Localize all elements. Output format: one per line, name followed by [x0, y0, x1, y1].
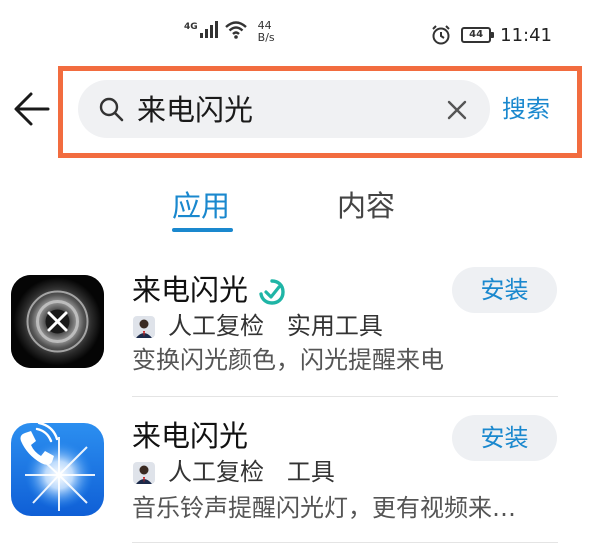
battery-icon: 44 [461, 27, 495, 43]
search-query[interactable]: 来电闪光 [137, 90, 253, 130]
category-label: 工具 [286, 458, 335, 486]
divider [132, 396, 558, 397]
network-type: 4G [184, 22, 198, 32]
app-description: 变换闪光颜色，闪光提醒来电 [132, 346, 444, 374]
list-item[interactable]: 来电闪光 人工复检 工具 音乐铃声提醒闪光灯，更有视频来… 安装 [0, 413, 590, 543]
list-item[interactable]: 来电闪光 人工复检 实用工具 变换闪光颜色，闪光提醒来电 安装 [0, 262, 590, 392]
signal-icon [199, 20, 218, 38]
status-right: 44 11:41 [430, 24, 552, 46]
app-icon [11, 275, 104, 368]
app-meta: 人工复检 工具 [168, 457, 335, 487]
install-button[interactable]: 安装 [452, 267, 557, 313]
review-label: 人工复检 [168, 458, 264, 486]
net-speed-unit: B/s [257, 31, 275, 44]
app-icon [11, 423, 104, 516]
alarm-icon [432, 25, 450, 45]
net-speed: 44 B/s [258, 20, 275, 44]
app-description: 音乐铃声提醒闪光灯，更有视频来… [132, 494, 516, 522]
verified-icon [259, 279, 285, 305]
category-label: 实用工具 [286, 312, 383, 340]
phone-flash-icon [11, 423, 104, 516]
close-icon [447, 100, 467, 120]
battery-level: 44 [469, 29, 484, 40]
status-bar: 4G 44 B/s 44 11:41 [0, 0, 590, 62]
search-icon [99, 97, 124, 122]
flash-ring-icon [11, 275, 104, 368]
avatar [133, 462, 155, 484]
app-name: 来电闪光 [132, 273, 249, 307]
tab-apps[interactable]: 应用 [172, 186, 230, 226]
status-left: 4G 44 B/s [184, 20, 275, 44]
wifi-icon [224, 21, 247, 39]
tab-content[interactable]: 内容 [337, 186, 395, 226]
app-meta: 人工复检 实用工具 [168, 311, 383, 341]
divider [132, 542, 558, 543]
avatar [133, 316, 155, 338]
clock: 11:41 [500, 24, 552, 46]
active-tab-indicator [172, 228, 233, 232]
clear-button[interactable] [442, 95, 472, 125]
back-arrow-icon [14, 92, 50, 126]
back-button[interactable] [12, 86, 52, 132]
search-button[interactable]: 搜索 [502, 92, 550, 126]
review-label: 人工复检 [168, 312, 264, 340]
install-button[interactable]: 安装 [452, 415, 557, 461]
app-name: 来电闪光 [132, 419, 249, 453]
